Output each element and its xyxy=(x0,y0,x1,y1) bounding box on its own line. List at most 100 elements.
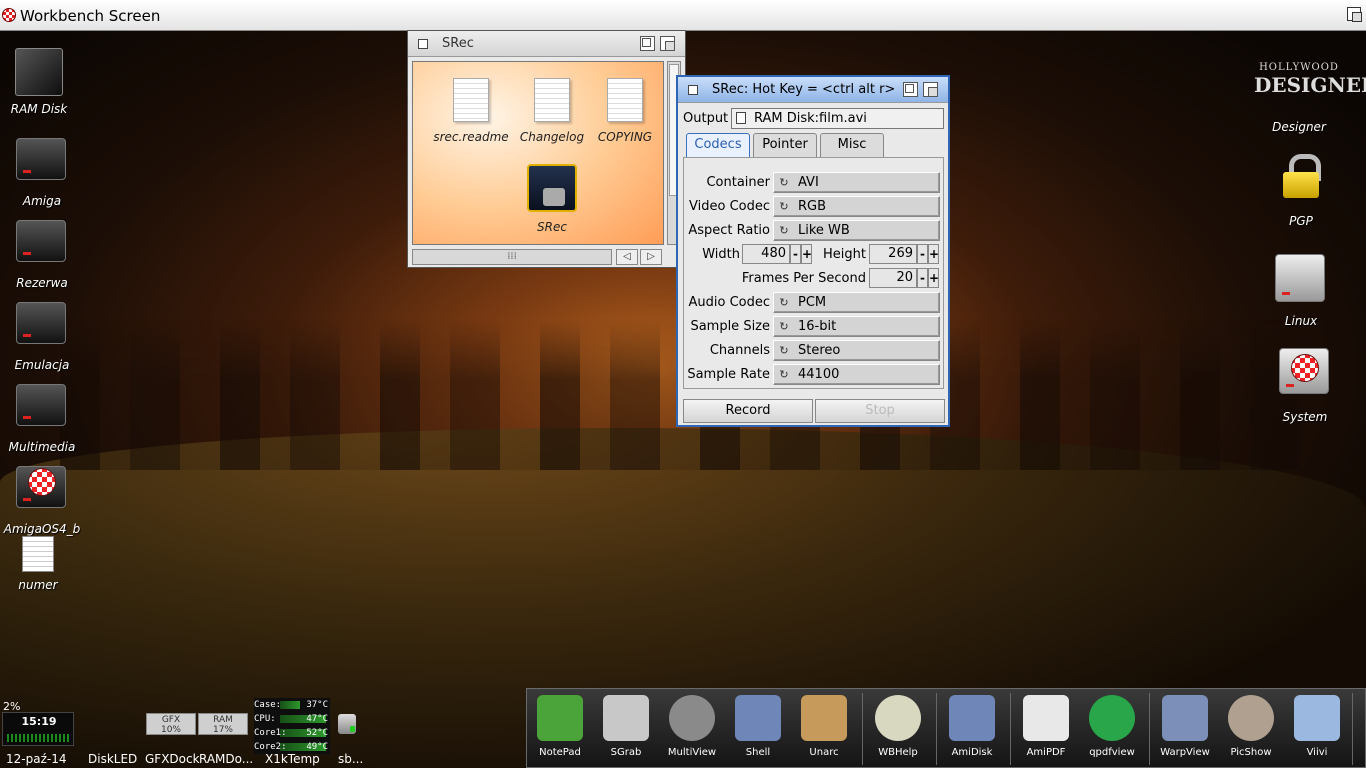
picture-icon xyxy=(1294,695,1340,741)
drawer-titlebar[interactable]: SRec xyxy=(408,31,685,57)
disk-led-icon[interactable] xyxy=(338,714,356,734)
drive-gamepad-icon xyxy=(16,302,66,344)
dock-item-multiview[interactable]: MultiView xyxy=(659,689,725,768)
container-cycle[interactable]: ↻ AVI xyxy=(773,172,940,193)
output-field[interactable]: RAM Disk:film.avi xyxy=(731,108,944,129)
close-gadget[interactable] xyxy=(418,39,428,49)
document-icon xyxy=(534,78,570,122)
cycle-icon: ↻ xyxy=(779,200,789,213)
aspect-ratio-label: Aspect Ratio xyxy=(688,223,770,238)
file-icon-srec-readme[interactable]: srec.readme xyxy=(431,78,511,144)
zoom-gadget[interactable] xyxy=(903,82,918,97)
desktop-icon-label: Amiga xyxy=(22,194,62,208)
fps-label: Frames Per Second xyxy=(741,271,866,286)
gfx-meter[interactable]: GFX 10% xyxy=(146,713,196,735)
desktop-icon-multimedia[interactable]: Multimedia xyxy=(0,372,87,454)
shell-icon xyxy=(735,695,781,741)
depth-gadget[interactable] xyxy=(660,36,675,51)
desktop-icon-pgp[interactable]: PGP xyxy=(1256,148,1346,228)
sample-size-cycle[interactable]: ↻ 16-bit xyxy=(773,316,940,337)
dock-item-amidisk[interactable]: AmiDisk xyxy=(939,689,1005,768)
horizontal-scrollbar[interactable]: ⁞⁞⁞ xyxy=(412,249,612,265)
tab-pointer[interactable]: Pointer xyxy=(753,133,817,157)
aspect-ratio-cycle[interactable]: ↻ Like WB xyxy=(773,220,940,241)
depth-gadget[interactable] xyxy=(923,82,938,97)
cpu-graph xyxy=(7,734,69,742)
dock-item-amipdf[interactable]: AmiPDF xyxy=(1013,689,1079,768)
desktop-icon-system[interactable]: System xyxy=(1260,344,1350,424)
dock-item-viivi[interactable]: Viivi xyxy=(1284,689,1350,768)
dock-item-qpdfview[interactable]: qpdfview xyxy=(1079,689,1145,768)
dock-item-unarc[interactable]: Unarc xyxy=(791,689,857,768)
cycle-icon: ↻ xyxy=(779,368,789,381)
file-icon-copying[interactable]: COPYING xyxy=(585,78,665,144)
height-increment-button[interactable]: + xyxy=(928,244,939,264)
width-decrement-button[interactable]: - xyxy=(790,244,801,264)
video-codec-cycle[interactable]: ↻ RGB xyxy=(773,196,940,217)
aspect-ratio-value: Like WB xyxy=(798,223,850,238)
width-field[interactable]: 480 xyxy=(742,244,790,264)
dock-item-shell[interactable]: Shell xyxy=(725,689,791,768)
eye-magnifier-icon xyxy=(1228,695,1274,741)
dock-item-picshow[interactable]: PicShow xyxy=(1218,689,1284,768)
desktop-icon-linux[interactable]: Linux xyxy=(1256,248,1346,328)
screen-depth-gadget[interactable] xyxy=(1347,7,1362,22)
dock-item-sgrab[interactable]: SGrab xyxy=(593,689,659,768)
desktop-icon-label: Emulacja xyxy=(14,358,70,372)
scroll-left-arrow[interactable]: ◁ xyxy=(616,249,638,265)
file-label: COPYING xyxy=(597,130,653,144)
fps-increment-button[interactable]: + xyxy=(928,268,939,288)
gadget-label-gfxdock: GFXDock xyxy=(145,752,200,766)
file-icon-srec-app[interactable]: SRec xyxy=(512,164,592,234)
clock-gadget[interactable]: 15:19 xyxy=(2,712,74,746)
drawer-contents[interactable]: srec.readme Changelog COPYING SRec xyxy=(412,61,664,245)
dock-item-wbhelp[interactable]: WBHelp xyxy=(865,689,931,768)
zoom-gadget[interactable] xyxy=(640,36,655,51)
desktop-icon-label: Designer xyxy=(1272,120,1326,134)
fps-decrement-button[interactable]: - xyxy=(917,268,928,288)
desktop-icon-label: numer xyxy=(18,578,58,592)
srec-titlebar[interactable]: SRec: Hot Key = <ctrl alt r> xyxy=(678,77,948,103)
desktop-icon-amigaos4[interactable]: AmigaOS4_b xyxy=(0,454,87,536)
amidock[interactable]: NotePad SGrab MultiView Shell Unarc WBHe… xyxy=(526,688,1366,768)
temp-row: CPU: 47°C xyxy=(254,714,328,724)
dock-item-warpview[interactable]: WarpView xyxy=(1152,689,1218,768)
desktop-icon-numer[interactable]: numer xyxy=(0,536,83,592)
dock-item-notepad[interactable]: NotePad xyxy=(527,689,593,768)
hollywood-designer-icon: HOLLYWOOD DESIGNER xyxy=(1254,62,1366,97)
container-label: Container xyxy=(706,175,770,190)
scroll-right-arrow[interactable]: ▷ xyxy=(640,249,662,265)
sample-rate-label: Sample Rate xyxy=(687,367,770,382)
drawer-window-srec[interactable]: SRec srec.readme Changelog COPYING SRec … xyxy=(407,30,686,268)
desktop-icon-ram-disk[interactable]: RAM Disk xyxy=(0,44,84,116)
stop-button[interactable]: Stop xyxy=(815,399,945,423)
cycle-icon: ↻ xyxy=(779,344,789,357)
notepad-icon xyxy=(537,695,583,741)
desktop-icon-label: Linux xyxy=(1284,314,1318,328)
file-requester-icon[interactable] xyxy=(736,112,746,124)
width-increment-button[interactable]: + xyxy=(801,244,812,264)
audio-codec-value: PCM xyxy=(798,295,827,310)
sample-rate-cycle[interactable]: ↻ 44100 xyxy=(773,364,940,385)
desktop-icon-emulacja[interactable]: Emulacja xyxy=(0,290,87,372)
desktop-icon-designer[interactable]: HOLLYWOOD DESIGNER Designer xyxy=(1254,62,1366,134)
desktop-icon-amiga[interactable]: Amiga xyxy=(0,126,87,208)
channels-cycle[interactable]: ↻ Stereo xyxy=(773,340,940,361)
tab-misc[interactable]: Misc xyxy=(820,133,884,157)
srec-settings-window[interactable]: SRec: Hot Key = <ctrl alt r> Output RAM … xyxy=(676,75,950,427)
desktop-icon-rezerwa[interactable]: Rezerwa xyxy=(0,208,87,290)
screen-titlebar[interactable]: Workbench Screen xyxy=(0,0,1366,31)
ram-meter[interactable]: RAM 17% xyxy=(198,713,248,735)
height-field[interactable]: 269 xyxy=(869,244,917,264)
close-gadget[interactable] xyxy=(688,85,698,95)
video-codec-label: Video Codec xyxy=(689,199,770,214)
record-button[interactable]: Record xyxy=(683,399,813,423)
fps-field[interactable]: 20 xyxy=(869,268,917,288)
audio-codec-cycle[interactable]: ↻ PCM xyxy=(773,292,940,313)
height-decrement-button[interactable]: - xyxy=(917,244,928,264)
desktop-icon-label: Multimedia xyxy=(8,440,76,454)
file-icon-changelog[interactable]: Changelog xyxy=(512,78,592,144)
gadget-label-diskled: DiskLED xyxy=(88,752,138,766)
tab-codecs[interactable]: Codecs xyxy=(686,133,750,157)
temperature-gadget[interactable]: Case: 37°C CPU: 47°C Core1: 52°C Core2: 49°C xyxy=(254,698,330,754)
